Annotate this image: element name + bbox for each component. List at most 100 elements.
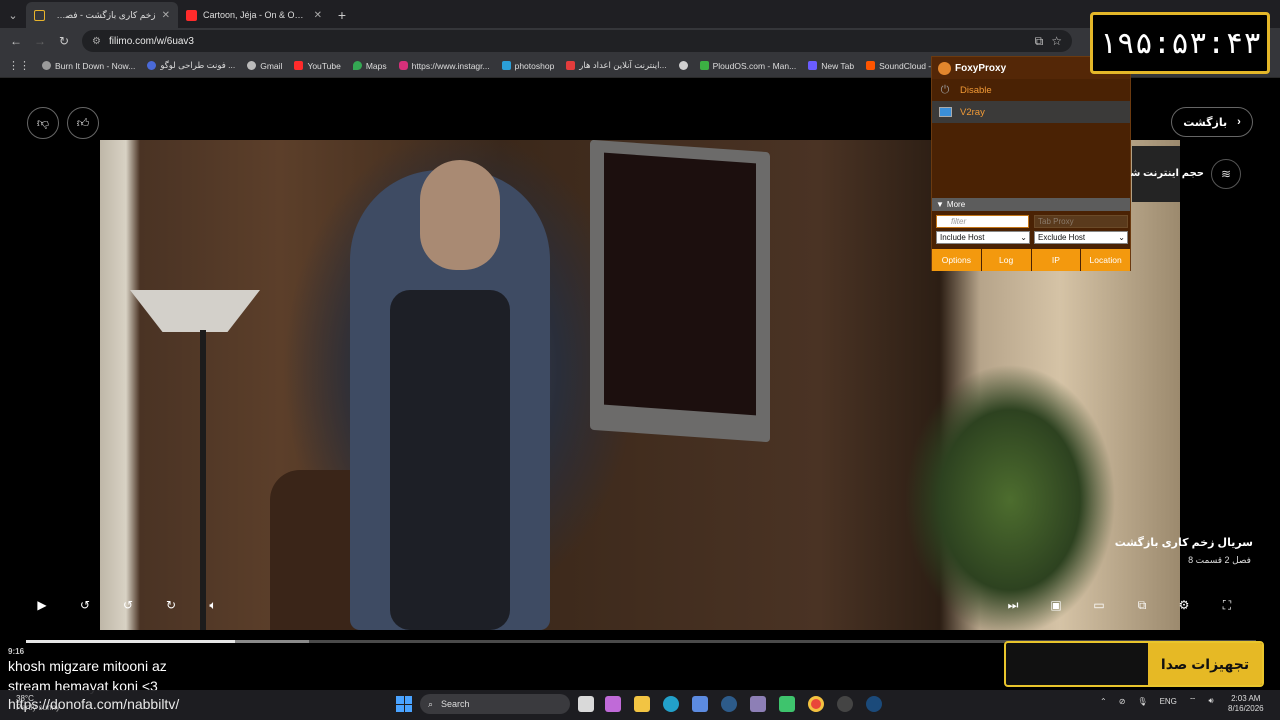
episode-label: فصل 2 قسمت 8 (1188, 555, 1251, 565)
volume-icon[interactable]: 🔈︎ (202, 594, 224, 616)
power-icon: ⏻ (940, 83, 950, 96)
foxyproxy-logo-icon (938, 61, 951, 75)
tab-search-icon[interactable]: ⌄ (0, 2, 26, 28)
obs-icon[interactable] (837, 696, 853, 712)
copilot-icon[interactable] (605, 696, 621, 712)
chat-line: khosh migzare mitooni az (8, 658, 167, 674)
bookmark-item[interactable]: PloudOS.com - Man... (699, 61, 796, 71)
log-button[interactable]: Log (981, 249, 1031, 271)
address-bar[interactable]: ⚙ filimo.com/w/6uav3 ⧉ ☆ (82, 30, 1072, 52)
proxy-label: Disable (960, 84, 992, 96)
picture-in-picture-icon[interactable]: ⧉ (1131, 594, 1153, 616)
edge-icon[interactable] (663, 696, 679, 712)
episodes-icon[interactable]: ▣ (1045, 594, 1067, 616)
chrome-icon[interactable] (808, 696, 824, 712)
speaker-icon[interactable]: 🔊︎ (1208, 696, 1213, 706)
bookmark-item[interactable]: اینترنت آنلاین اعداد هار... (566, 60, 667, 71)
next-episode-icon[interactable]: ⏭︎ (1002, 594, 1024, 616)
forward-10-icon[interactable]: ↻ (160, 594, 182, 616)
taskbar-clock[interactable]: 2:03 AM 8/16/2026 (1228, 694, 1264, 714)
youtube-favicon-icon (186, 9, 197, 21)
bookmark-item[interactable]: YouTube (294, 61, 341, 71)
filimo-favicon-icon (34, 9, 45, 21)
tab-title: Cartoon, Jéja - On & On (feat. D (203, 10, 308, 20)
rewind-30-icon[interactable]: ↺ (74, 594, 96, 616)
reload-icon[interactable]: ↻ (54, 31, 74, 51)
file-explorer-icon[interactable] (634, 696, 650, 712)
new-tab-icon (808, 61, 818, 70)
wifi-icon[interactable]: ≋ (1211, 159, 1241, 189)
series-title: سریال زخم کاری بازگشت (1114, 537, 1253, 549)
settings-gear-icon[interactable]: ⚙ (1173, 594, 1195, 616)
app-icon[interactable] (750, 696, 766, 712)
bookmark-item[interactable]: photoshop (501, 61, 554, 71)
tab-title: زخم کاری بازگشت - فصل 2 قسمت (51, 9, 156, 20)
language-label[interactable]: ENG (1160, 697, 1177, 706)
fullscreen-icon[interactable]: ⛶ (1216, 594, 1238, 616)
foxyproxy-filter-input[interactable]: filter (936, 215, 1029, 228)
network-off-icon[interactable]: ⊘ (1119, 697, 1126, 706)
tv-screen (604, 152, 756, 416)
proxy-label: V2ray (960, 106, 985, 118)
ploudos-icon (699, 61, 709, 70)
bookmark-item[interactable]: فونت طراحی لوگو ... (147, 60, 235, 71)
close-icon[interactable]: ✕ (162, 10, 170, 21)
bookmark-item[interactable]: https://www.instagr... (398, 61, 490, 71)
system-tray: ⌃ ⊘ 🎙︎ ENG ⌔ 🔊︎ (1100, 696, 1213, 706)
taskbar-search[interactable]: ⌕ Search (420, 694, 570, 714)
rewind-10-icon[interactable]: ↺ (117, 594, 139, 616)
foxyproxy-disable[interactable]: ⏻ Disable (932, 79, 1130, 101)
subtitles-icon[interactable]: ▭ (1088, 594, 1110, 616)
bookmark-item[interactable]: Maps (352, 61, 387, 71)
filter-placeholder: filter (951, 217, 967, 226)
tab-proxy-label: Tab Proxy (1038, 217, 1074, 226)
cast-icon[interactable]: ⧉ (1035, 34, 1044, 49)
foxyproxy-v2ray[interactable]: V2ray (932, 101, 1130, 123)
chevron-up-icon[interactable]: ⌃ (1100, 697, 1107, 706)
foxyproxy-more-toggle[interactable]: ▼ More (932, 198, 1130, 211)
new-tab-button[interactable]: + (330, 2, 354, 28)
back-arrow-icon[interactable]: ← (6, 31, 26, 51)
tab-strip: ⌄ زخم کاری بازگشت - فصل 2 قسمت ✕ Cartoon… (0, 0, 1280, 28)
include-host-select[interactable]: Include Host ⌄ (936, 231, 1030, 244)
steam-icon[interactable] (866, 696, 882, 712)
foxyproxy-tab-proxy-select[interactable]: Tab Proxy (1034, 215, 1128, 228)
options-button[interactable]: Options (932, 249, 981, 271)
close-icon[interactable]: ✕ (314, 10, 322, 21)
tab-filimo[interactable]: زخم کاری بازگشت - فصل 2 قسمت ✕ (26, 2, 178, 28)
maps-pin-icon (352, 61, 362, 70)
man-head (420, 160, 500, 270)
bookmark-item[interactable] (678, 61, 688, 70)
bookmark-star-icon[interactable]: ☆ (1051, 34, 1062, 48)
globe-icon (678, 61, 688, 70)
sponsor-banner: تجهیزات صدا (1004, 641, 1264, 687)
dislike-icon[interactable]: 👎︎ (27, 107, 59, 139)
stream-watermark: https://donofa.com/nabbiltv/ (8, 696, 180, 712)
like-icon[interactable]: 👍︎ (67, 107, 99, 139)
wall-tv (590, 140, 770, 443)
lamp-shade (130, 290, 260, 332)
sponsor-text: تجهیزات صدا (1148, 643, 1262, 685)
exclude-host-select[interactable]: Exclude Host ⌄ (1034, 231, 1128, 244)
windows-start-icon[interactable] (396, 696, 412, 712)
tab-youtube[interactable]: Cartoon, Jéja - On & On (feat. D ✕ (178, 2, 330, 28)
apps-grid-icon[interactable]: ⋮⋮ (8, 59, 30, 72)
steam-icon[interactable] (721, 696, 737, 712)
location-button[interactable]: Location (1081, 249, 1130, 271)
play-icon[interactable]: ▶ (31, 594, 53, 616)
task-view-icon[interactable] (578, 696, 594, 712)
store-icon[interactable] (692, 696, 708, 712)
vpn-icon[interactable] (779, 696, 795, 712)
wifi-icon[interactable]: ⌔ (1189, 696, 1197, 706)
back-button[interactable]: بازگشت › (1171, 107, 1253, 137)
chevron-right-icon: › (1237, 116, 1241, 128)
bookmark-item[interactable]: Gmail (247, 61, 282, 71)
microphone-icon[interactable]: 🎙︎ (1137, 697, 1147, 706)
seek-played (26, 640, 236, 643)
site-info-icon[interactable]: ⚙ (92, 36, 101, 47)
chevron-down-icon: ⌄ (1118, 233, 1125, 242)
forward-arrow-icon[interactable]: → (30, 31, 50, 51)
bookmark-item[interactable]: New Tab (808, 61, 854, 71)
bookmark-item[interactable]: Burn It Down - Now... (42, 61, 135, 71)
ip-button[interactable]: IP (1031, 249, 1081, 271)
